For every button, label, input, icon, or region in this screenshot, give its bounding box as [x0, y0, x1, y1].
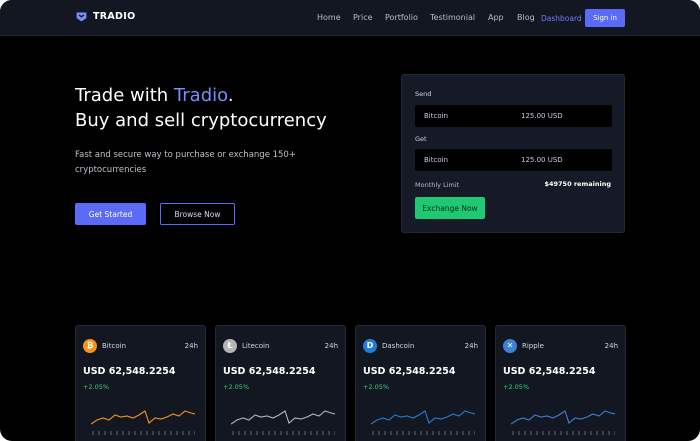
- ripple-icon: ✕: [503, 339, 517, 353]
- send-field[interactable]: Bitcoin 125.00 USD: [415, 105, 612, 127]
- exchange-now-button[interactable]: Exchange Now: [415, 197, 485, 219]
- nav-link-portfolio[interactable]: Portfolio: [385, 13, 418, 22]
- sparkline-chart: [511, 410, 615, 435]
- ticker-name: Dashcoin: [382, 342, 415, 350]
- sparkline-chart: [371, 410, 475, 435]
- nav-link-app[interactable]: App: [488, 13, 504, 22]
- ticker-price: USD 62,548.2254: [223, 366, 316, 377]
- get-started-button[interactable]: Get Started: [75, 203, 146, 225]
- monthly-limit-value: $49750 remaining: [544, 180, 611, 188]
- ticker-period: 24h: [324, 342, 338, 350]
- send-label: Send: [415, 90, 432, 98]
- ticker-price: USD 62,548.2254: [363, 366, 456, 377]
- dashcoin-icon: D: [363, 339, 377, 353]
- sparkline-line: [511, 410, 615, 425]
- sparkline-chart: [231, 410, 335, 435]
- ticker-card-litecoin[interactable]: Ł Litecoin 24h USD 62,548.2254 +2.05%: [215, 325, 346, 441]
- send-amount: 125.00 USD: [521, 112, 563, 120]
- sparkline-ticks: [232, 431, 335, 435]
- get-label: Get: [415, 135, 427, 143]
- ticker-period: 24h: [464, 342, 478, 350]
- sign-in-button[interactable]: Sign in: [585, 9, 625, 27]
- hero-title-line2: Buy and sell cryptocurrency: [75, 110, 327, 131]
- nav-link-home[interactable]: Home: [317, 13, 341, 22]
- nav-link-blog[interactable]: Blog: [517, 13, 535, 22]
- sparkline-line: [91, 410, 195, 425]
- sparkline-line: [371, 410, 475, 425]
- ticker-card-ripple[interactable]: ✕ Ripple 24h USD 62,548.2254 +2.05%: [495, 325, 626, 441]
- monthly-limit-label: Monthly Limit: [415, 181, 460, 189]
- hero-title-prefix: Trade with: [75, 85, 174, 106]
- sparkline-ticks: [92, 431, 195, 435]
- ticker-change: +2.05%: [83, 383, 110, 391]
- ticker-card-dashcoin[interactable]: D Dashcoin 24h USD 62,548.2254 +2.05%: [355, 325, 486, 441]
- hero-title-suffix: .: [227, 85, 234, 106]
- bitcoin-icon: ₿: [83, 339, 97, 353]
- ticker-change: +2.05%: [223, 383, 250, 391]
- sparkline-ticks: [372, 431, 475, 435]
- ticker-price: USD 62,548.2254: [503, 366, 596, 377]
- sparkline-ticks: [512, 431, 615, 435]
- hero-title: Trade with Tradio.: [75, 85, 234, 106]
- nav-link-dashboard[interactable]: Dashboard: [541, 14, 582, 23]
- app-frame: TRADIO Home Price Portfolio Testimonial …: [0, 0, 700, 441]
- ticker-period: 24h: [604, 342, 618, 350]
- hero-title-brand: Tradio: [173, 85, 228, 106]
- ticker-name: Litecoin: [242, 342, 270, 350]
- get-coin: Bitcoin: [424, 156, 449, 164]
- ticker-name: Ripple: [522, 342, 544, 350]
- brand-logo[interactable]: TRADIO: [75, 10, 135, 23]
- nav-link-price[interactable]: Price: [353, 13, 373, 22]
- ticker-period: 24h: [184, 342, 198, 350]
- ticker-change: +2.05%: [363, 383, 390, 391]
- top-navbar: TRADIO Home Price Portfolio Testimonial …: [0, 0, 700, 36]
- ticker-price: USD 62,548.2254: [83, 366, 176, 377]
- exchange-panel: Send Bitcoin 125.00 USD Get Bitcoin 125.…: [401, 74, 625, 233]
- ticker-change: +2.05%: [503, 383, 530, 391]
- nav-link-testimonial[interactable]: Testimonial: [430, 13, 475, 22]
- brand-name: TRADIO: [93, 11, 136, 22]
- hero-subtitle: Fast and secure way to purchase or excha…: [75, 150, 296, 175]
- sparkline-chart: [91, 410, 195, 435]
- get-amount: 125.00 USD: [521, 156, 563, 164]
- tradio-logo-icon: [76, 12, 87, 22]
- sparkline-line: [231, 410, 335, 425]
- ticker-name: Bitcoin: [102, 342, 127, 350]
- ticker-card-bitcoin[interactable]: ₿ Bitcoin 24h USD 62,548.2254 +2.05%: [75, 325, 206, 441]
- litecoin-icon: Ł: [223, 339, 237, 353]
- browse-now-button[interactable]: Browse Now: [160, 203, 235, 225]
- send-coin: Bitcoin: [424, 112, 449, 120]
- get-field[interactable]: Bitcoin 125.00 USD: [415, 149, 612, 171]
